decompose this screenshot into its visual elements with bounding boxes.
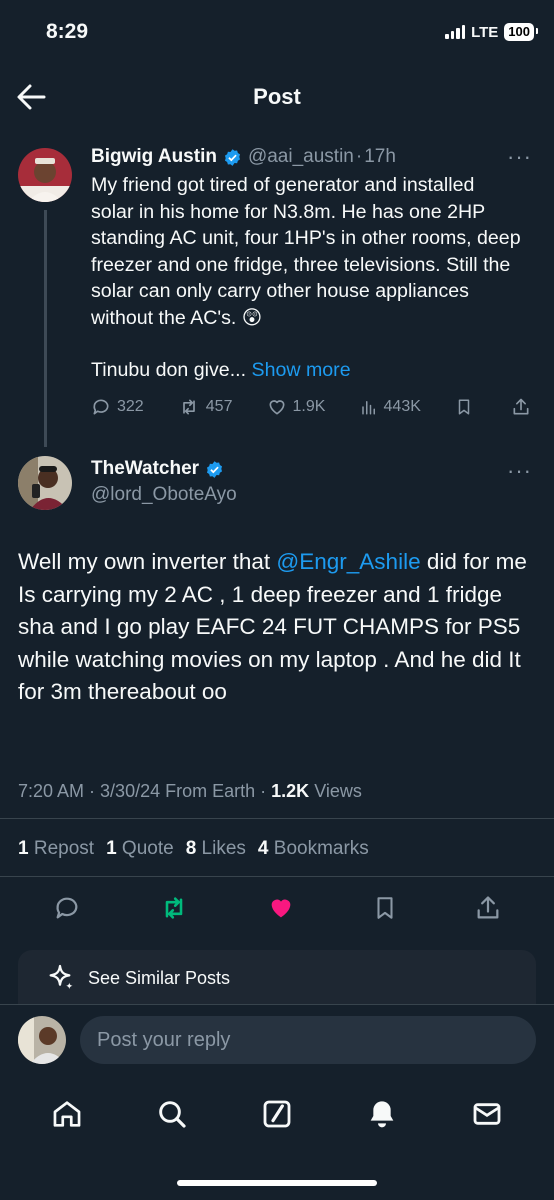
repost-icon [182, 399, 195, 415]
text-segment: Well my own inverter that [18, 549, 277, 574]
my-avatar[interactable] [18, 1016, 66, 1064]
divider [0, 876, 554, 877]
status-time: 8:29 [46, 20, 89, 43]
see-similar-posts-label: See Similar Posts [88, 967, 231, 988]
tab-home[interactable] [42, 1089, 92, 1139]
page-title: Post [253, 84, 301, 109]
repost-icon [165, 897, 183, 919]
engagement-stats: 1 Repost 1 Quote 8 Likes 4 Bookmarks [18, 838, 369, 860]
see-similar-posts-button[interactable]: See Similar Posts [18, 950, 536, 1006]
tweet-header: Bigwig Austin @aai_austin · 17h [91, 146, 396, 168]
main-tweet-actions [52, 894, 502, 922]
show-more-link[interactable]: Show more [252, 359, 351, 381]
mention-link[interactable]: @Engr_Ashile [276, 549, 420, 574]
post-date: 3/30/24 [100, 781, 161, 801]
bell-icon [370, 1101, 394, 1128]
views-count: 1.2K [271, 781, 310, 801]
tab-grok[interactable] [252, 1089, 302, 1139]
like-icon [271, 899, 291, 918]
views-button[interactable]: 443K [360, 398, 421, 416]
reply-count: 322 [117, 398, 144, 415]
signal-icon [445, 25, 466, 39]
status-indicators: LTE 100 [445, 23, 538, 41]
author-name[interactable]: Bigwig Austin [91, 146, 217, 168]
tweet-actions: 322 457 1.9K 443K [91, 397, 531, 417]
mail-icon [473, 1103, 501, 1125]
views-icon [361, 401, 375, 415]
post-time: 7:20 AM [18, 781, 85, 801]
share-icon [513, 398, 529, 415]
post-location: From Earth [165, 781, 256, 801]
tab-search[interactable] [147, 1089, 197, 1139]
avatar[interactable] [18, 456, 72, 510]
search-icon [158, 1101, 186, 1128]
more-options-button[interactable]: ··· [507, 460, 532, 482]
tab-messages[interactable] [462, 1089, 512, 1139]
tab-notifications[interactable] [357, 1089, 407, 1139]
likes-stat[interactable]: 8 Likes [186, 838, 246, 860]
reply-placeholder: Post your reply [97, 1028, 231, 1051]
author-name[interactable]: TheWatcher [91, 458, 199, 480]
reposts-stat[interactable]: 1 Repost [18, 838, 94, 860]
repost-count: 457 [205, 398, 233, 415]
repost-button[interactable] [158, 894, 190, 922]
reply-button[interactable] [52, 894, 82, 922]
views-label: Views [314, 781, 362, 801]
battery-icon: 100 [504, 23, 538, 41]
like-count: 1.9K [292, 398, 326, 415]
home-icon [53, 1101, 80, 1127]
sparkle-icon [49, 964, 73, 990]
share-button[interactable] [511, 397, 531, 417]
bookmark-icon [458, 399, 470, 415]
bookmark-button[interactable] [372, 894, 398, 922]
like-icon [269, 400, 285, 415]
main-tweet-header: TheWatcher [91, 458, 224, 480]
grok-icon [263, 1100, 291, 1128]
quotes-stat[interactable]: 1 Quote [106, 838, 174, 860]
tweet-text: My friend got tired of generator and ins… [91, 174, 521, 329]
main-tweet-text: Well my own inverter that @Engr_Ashile d… [18, 546, 538, 709]
tweet-time: 17h [364, 146, 396, 167]
bottom-tab-bar [0, 1084, 554, 1144]
author-handle[interactable]: @lord_ObotеAyo [91, 484, 237, 506]
network-label: LTE [471, 23, 499, 41]
tweet-text-truncated: Tinubu don give... [91, 359, 247, 381]
bookmark-icon [377, 897, 393, 919]
avatar[interactable] [18, 148, 72, 202]
bookmarks-stat[interactable]: 4 Bookmarks [258, 838, 369, 860]
thread-line [44, 210, 47, 447]
reply-input[interactable]: Post your reply [80, 1016, 536, 1064]
home-indicator [177, 1180, 377, 1186]
like-button[interactable]: 1.9K [267, 397, 326, 417]
like-button[interactable] [266, 894, 296, 922]
reply-icon [56, 897, 78, 919]
tweet-text-continued: Tinubu don give... Show more [91, 357, 351, 384]
author-handle[interactable]: @aai_austin [248, 146, 354, 168]
verified-icon [224, 148, 240, 166]
verified-icon [207, 460, 223, 478]
tweet-metadata: 7:20 AM · 3/30/24 From Earth · 1.2K View… [18, 781, 362, 801]
share-icon [477, 896, 499, 919]
share-button[interactable] [474, 894, 502, 922]
repost-button[interactable]: 457 [178, 397, 233, 417]
reply-icon [93, 399, 109, 415]
bookmark-button[interactable] [455, 397, 473, 417]
views-count: 443K [383, 398, 421, 415]
divider [0, 818, 554, 819]
more-options-button[interactable]: ··· [507, 146, 532, 168]
reply-button[interactable]: 322 [91, 397, 144, 417]
